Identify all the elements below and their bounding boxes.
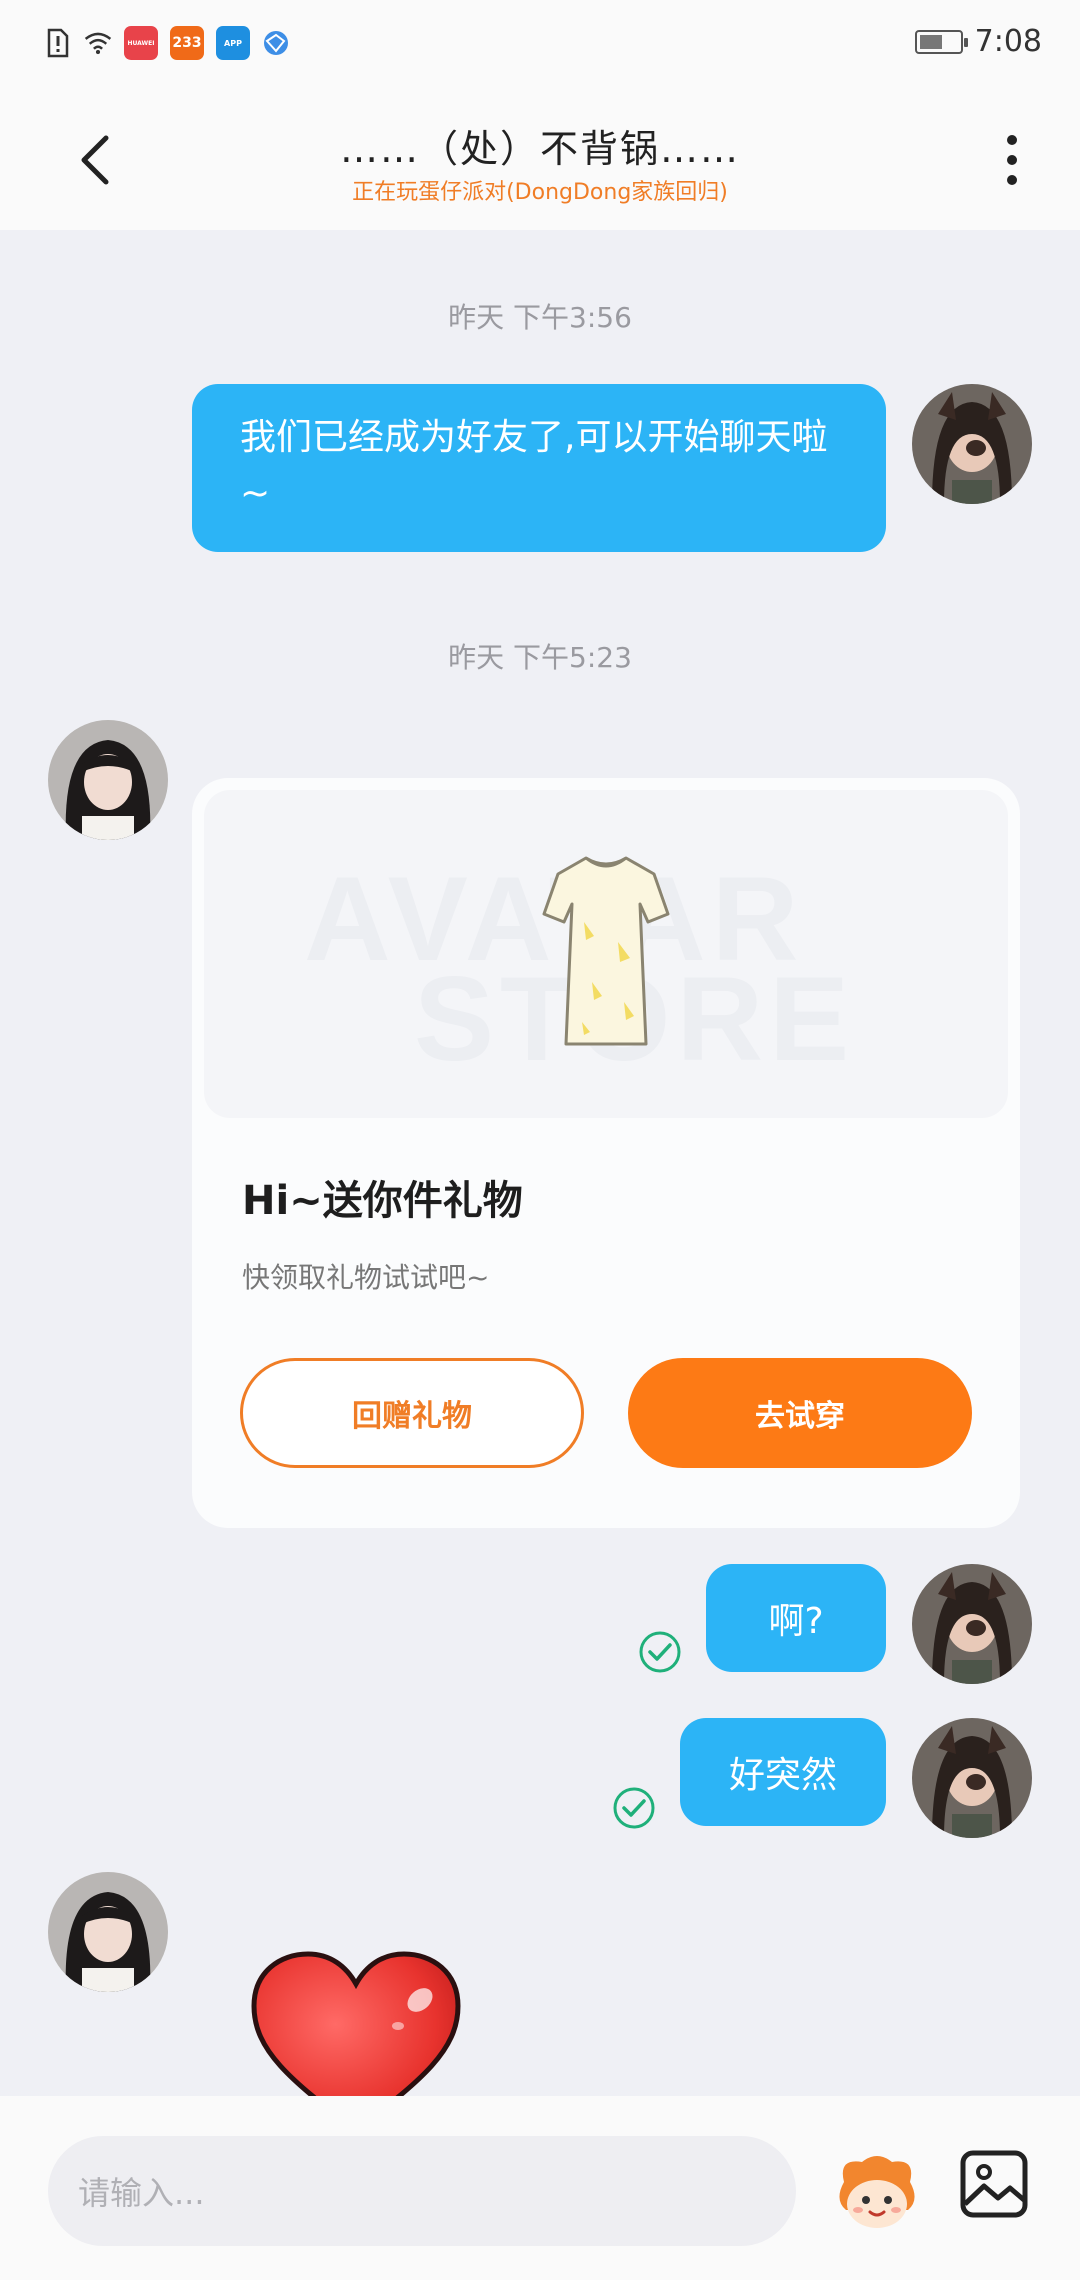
message-bubble[interactable]: 好突然 bbox=[680, 1718, 886, 1826]
status-icons-right: 7:08 bbox=[914, 24, 1042, 59]
status-icons-left: HUAWEI 233 APP bbox=[44, 26, 290, 60]
friend-avatar[interactable] bbox=[48, 1872, 168, 1992]
app-label: APP bbox=[224, 38, 242, 48]
chat-subtitle: 正在玩蛋仔派对(DongDong家族回归) bbox=[352, 180, 728, 205]
input-placeholder: 请输入... bbox=[78, 2174, 205, 2212]
huawei-app-icon: HUAWEI bbox=[124, 26, 158, 60]
message-bubble[interactable]: 我们已经成为好友了,可以开始聊天啦~ bbox=[192, 384, 886, 552]
chat-header: ……（处）不背锅…… 正在玩蛋仔派对(DongDong家族回归) bbox=[0, 90, 1080, 230]
dress-icon bbox=[542, 856, 670, 1046]
input-bar: 请输入... bbox=[0, 2096, 1080, 2280]
app-233-icon: 233 bbox=[170, 26, 204, 60]
message-text: 好突然 bbox=[728, 1755, 837, 1796]
gift-title: Hi~送你件礼物 bbox=[242, 1178, 523, 1224]
clock: 7:08 bbox=[974, 24, 1042, 59]
image-icon bbox=[960, 2150, 1028, 2218]
friend-avatar[interactable] bbox=[48, 720, 168, 840]
my-avatar[interactable] bbox=[912, 384, 1032, 504]
gift-image: AVATAR STORE bbox=[204, 790, 1008, 1118]
read-check-icon bbox=[639, 1631, 681, 1673]
dot-icon bbox=[1007, 155, 1017, 165]
message-text: 啊? bbox=[768, 1601, 824, 1642]
wifi-icon bbox=[84, 28, 112, 58]
cloud-app-icon: APP bbox=[216, 26, 250, 60]
more-options-button[interactable] bbox=[992, 130, 1032, 190]
globe-icon bbox=[262, 28, 290, 58]
dot-icon bbox=[1007, 135, 1017, 145]
gift-subtitle: 快领取礼物试试吧~ bbox=[242, 1261, 490, 1294]
mascot-emoji-icon bbox=[839, 2156, 915, 2228]
message-bubble[interactable]: 啊? bbox=[706, 1564, 886, 1672]
gift-card: AVATAR STORE Hi~送你件礼物 快领取礼物试试吧~ 回赠礼物 去试穿 bbox=[192, 778, 1020, 1528]
chat-title: ……（处）不背锅…… bbox=[339, 127, 740, 171]
my-avatar[interactable] bbox=[912, 1718, 1032, 1838]
message-input[interactable]: 请输入... bbox=[48, 2136, 796, 2246]
try-on-button[interactable]: 去试穿 bbox=[628, 1358, 972, 1468]
image-button[interactable] bbox=[958, 2148, 1030, 2220]
battery-icon bbox=[914, 29, 968, 54]
timestamp: 昨天 下午3:56 bbox=[448, 301, 632, 334]
app-label: HUAWEI bbox=[127, 39, 155, 47]
timestamp: 昨天 下午5:23 bbox=[448, 641, 632, 674]
dot-icon bbox=[1007, 175, 1017, 185]
status-bar: HUAWEI 233 APP 7:08 bbox=[0, 0, 1080, 90]
read-check-icon bbox=[613, 1787, 655, 1829]
return-gift-button[interactable]: 回赠礼物 bbox=[240, 1358, 584, 1468]
message-text: 我们已经成为好友了,可以开始聊天啦~ bbox=[240, 417, 828, 514]
app-label: 233 bbox=[172, 35, 202, 51]
my-avatar[interactable] bbox=[912, 1564, 1032, 1684]
sim-alert-icon bbox=[44, 28, 72, 58]
emoji-button[interactable] bbox=[834, 2148, 920, 2234]
heart-sticker[interactable] bbox=[250, 1950, 462, 2096]
